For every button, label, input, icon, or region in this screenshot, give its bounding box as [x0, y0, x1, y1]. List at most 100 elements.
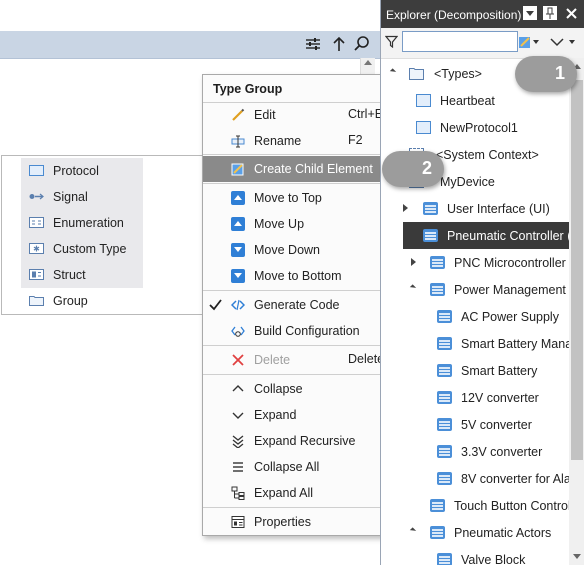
tree-node-power-management[interactable]: Power Management — [381, 276, 569, 303]
close-icon[interactable] — [565, 7, 578, 20]
explorer-scrollbar[interactable] — [569, 58, 584, 565]
tree-node-smart-battery-manager[interactable]: Smart Battery Manag — [381, 330, 569, 357]
options-chevron-icon[interactable] — [549, 35, 579, 49]
custom-type-icon: ✱ — [29, 243, 44, 254]
context-menu-title: Type Group — [213, 82, 283, 96]
submenu-item-struct[interactable]: Struct — [2, 262, 202, 288]
search-icon[interactable] — [353, 35, 371, 53]
menu-item-move-to-bottom[interactable]: Move to Bottom — [203, 263, 403, 289]
tree-node-user-interface[interactable]: User Interface (UI) — [381, 195, 569, 222]
expander-icon[interactable] — [409, 527, 417, 534]
enumeration-icon — [29, 217, 44, 228]
component-icon — [437, 472, 452, 485]
tree-node-ac-power-supply[interactable]: AC Power Supply — [381, 303, 569, 330]
submenu-item-enumeration[interactable]: Enumeration — [2, 210, 202, 236]
menu-item-delete[interactable]: Delete Delete — [203, 347, 403, 373]
component-icon — [437, 337, 452, 350]
expand-all-icon — [231, 486, 245, 500]
dropdown-icon[interactable] — [523, 6, 537, 20]
menu-item-move-to-top[interactable]: Move to Top — [203, 185, 403, 211]
submenu-item-custom-type[interactable]: ✱ Custom Type — [2, 236, 202, 262]
explorer-filter-bar — [381, 28, 584, 59]
folder-icon — [409, 68, 424, 80]
collapse-icon — [232, 385, 244, 392]
protocol-icon — [416, 121, 431, 134]
move-up-icon — [231, 217, 245, 231]
component-icon — [437, 310, 452, 323]
callout-step-1: 1 — [515, 56, 577, 92]
move-bottom-icon — [231, 269, 245, 283]
menu-item-rename[interactable]: Rename F2 — [203, 128, 403, 154]
menu-item-expand-all[interactable]: Expand All — [203, 480, 403, 506]
expander-icon[interactable] — [389, 68, 397, 75]
expand-recursive-icon — [232, 435, 244, 448]
arrow-up-icon[interactable] — [330, 35, 348, 53]
tree-node-pneumatic-controller[interactable]: Pneumatic Controller (P — [403, 222, 569, 249]
submenu-item-signal[interactable]: Signal — [2, 184, 202, 210]
edit-filter-icon[interactable] — [518, 35, 540, 49]
component-icon — [430, 283, 445, 296]
component-icon — [423, 229, 438, 242]
expand-icon — [232, 412, 244, 419]
component-icon — [430, 499, 445, 512]
context-menu: Type Group Edit Ctrl+E Rename F2 Create … — [202, 74, 404, 536]
tree-node-pneumatic-actors[interactable]: Pneumatic Actors — [381, 519, 569, 546]
tree-node-newprotocol1[interactable]: NewProtocol1 — [381, 114, 569, 141]
tree-node-5v-converter[interactable]: 5V converter — [381, 411, 569, 438]
expander-icon[interactable] — [409, 284, 417, 291]
menu-item-move-down[interactable]: Move Down — [203, 237, 403, 263]
menu-item-properties[interactable]: Properties — [203, 509, 403, 535]
pencil-icon — [232, 108, 245, 121]
callout-step-2: 2 — [382, 151, 444, 187]
menu-item-build-configuration[interactable]: Build Configuration — [203, 318, 403, 344]
properties-icon — [231, 516, 245, 528]
tree-node-valve-block[interactable]: Valve Block — [381, 546, 569, 565]
filter-settings-icon[interactable] — [304, 35, 322, 53]
menu-item-edit[interactable]: Edit Ctrl+E — [203, 102, 403, 128]
component-icon — [437, 391, 452, 404]
component-icon — [430, 526, 445, 539]
move-top-icon — [231, 191, 245, 205]
build-config-icon — [231, 326, 245, 337]
editor-toolbar — [0, 31, 380, 59]
tree-node-pnc-microcontroller[interactable]: PNC Microcontroller — [381, 249, 569, 276]
pin-icon[interactable] — [543, 6, 557, 20]
menu-item-generate-code[interactable]: Generate Code — [203, 292, 403, 318]
tree-node-3-3v-converter[interactable]: 3.3V converter — [381, 438, 569, 465]
explorer-title: Explorer (Decomposition) — [386, 8, 522, 22]
component-icon — [437, 553, 452, 565]
component-icon — [430, 256, 445, 269]
protocol-icon — [416, 94, 431, 107]
component-icon — [437, 418, 452, 431]
create-child-submenu: Protocol Signal Enumeration ✱ Custom Typ… — [1, 155, 208, 315]
tree-node-smart-battery[interactable]: Smart Battery — [381, 357, 569, 384]
menu-item-expand-recursive[interactable]: Expand Recursive — [203, 428, 403, 454]
submenu-item-protocol[interactable]: Protocol — [2, 158, 202, 184]
tree-node-12v-converter[interactable]: 12V converter — [381, 384, 569, 411]
menu-item-expand[interactable]: Expand — [203, 402, 403, 428]
component-icon — [437, 445, 452, 458]
expander-icon[interactable] — [403, 204, 408, 212]
move-down-icon — [231, 243, 245, 257]
create-child-icon — [231, 163, 244, 176]
code-icon — [231, 299, 245, 311]
struct-icon — [29, 269, 44, 280]
menu-item-collapse[interactable]: Collapse — [203, 376, 403, 402]
delete-icon — [232, 354, 244, 366]
explorer-tree: <Types> Heartbeat NewProtocol1 <System C… — [381, 58, 569, 565]
explorer-filter-input[interactable] — [402, 31, 518, 52]
explorer-title-bar: Explorer (Decomposition) — [381, 0, 584, 28]
group-icon — [29, 296, 44, 306]
component-icon — [423, 202, 438, 215]
funnel-icon[interactable] — [385, 35, 398, 48]
menu-item-collapse-all[interactable]: Collapse All — [203, 454, 403, 480]
expander-icon[interactable] — [411, 258, 416, 266]
scrollbar-thumb[interactable] — [571, 80, 583, 460]
checkmark-icon — [209, 299, 222, 311]
tree-node-8v-converter[interactable]: 8V converter for Alar — [381, 465, 569, 492]
menu-item-move-up[interactable]: Move Up — [203, 211, 403, 237]
tree-node-touch-button-controller[interactable]: Touch Button Controll — [381, 492, 569, 519]
submenu-item-group[interactable]: Group — [2, 288, 202, 314]
menu-item-create-child-element[interactable]: Create Child Element — [203, 156, 403, 182]
rename-icon — [231, 135, 245, 148]
